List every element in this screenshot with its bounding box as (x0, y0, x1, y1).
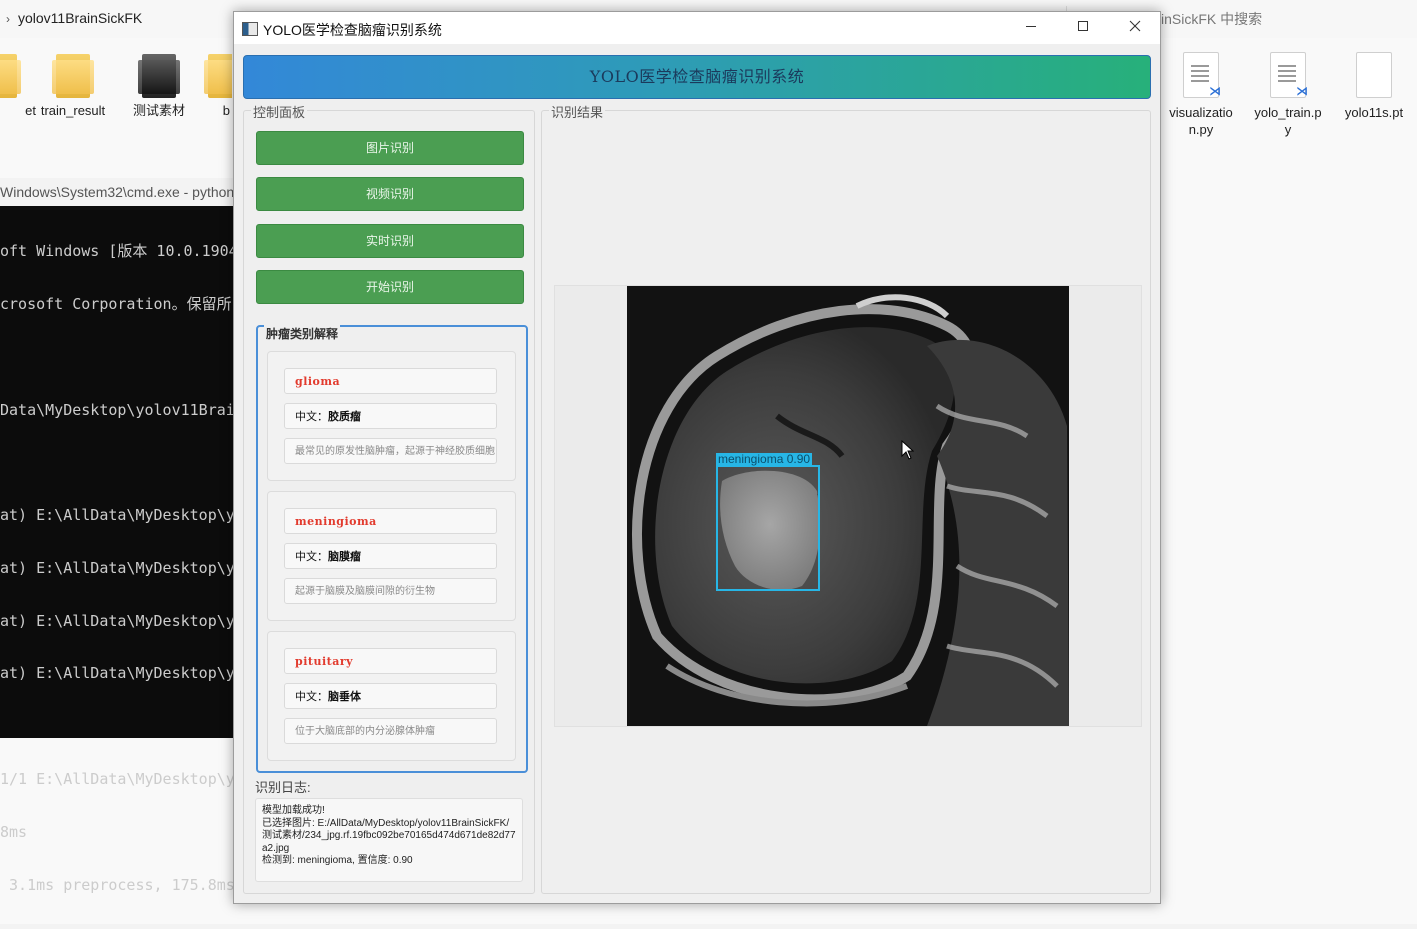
mri-scan-drawing (627, 286, 1069, 726)
tumor-class-cn: 脑膜瘤 (328, 551, 361, 563)
app-icon (242, 22, 258, 36)
file-label: b (222, 103, 230, 118)
tumor-class-desc: 位于大脑底部的内分泌腺体肿瘤 (284, 718, 497, 744)
terminal-line: at) E:\AllData\MyDesktop\yo (0, 664, 240, 683)
app-header-banner: YOLO医学检查脑瘤识别系统 (243, 55, 1151, 99)
log-line: 模型加载成功! (262, 805, 325, 816)
python-file-icon: ⋊ (1270, 52, 1308, 98)
tumor-class-en: pituitary (284, 648, 497, 674)
close-icon (1129, 20, 1141, 32)
folder-icon (138, 54, 180, 98)
terminal-line: Data\MyDesktop\yolov11Brain (0, 400, 240, 419)
terminal-line: at) E:\AllData\MyDesktop\yo (0, 558, 240, 577)
mri-scan-image: meningioma 0.90 (627, 286, 1069, 726)
terminal-line: crosoft Corporation。保留所 (0, 294, 232, 313)
tumor-class-cn-field: 中文：脑垂体 (284, 683, 497, 709)
file-label: yolo_train.py (1254, 105, 1322, 137)
realtime-recognition-button[interactable]: 实时识别 (256, 224, 524, 258)
file-item-visualization[interactable]: ⋊ visualization.py (1161, 52, 1241, 138)
cn-prefix: 中文： (295, 551, 328, 563)
mouse-cursor-icon (901, 440, 915, 460)
window-title: YOLO医学检查脑瘤识别系统 (263, 22, 442, 38)
tumor-class-desc: 起源于脑膜及脑膜间隙的衍生物 (284, 578, 497, 604)
python-file-icon: ⋊ (1183, 52, 1221, 98)
file-label: yolo11s.pt (1344, 105, 1404, 120)
tumor-class-cn-field: 中文：脑膜瘤 (284, 543, 497, 569)
terminal-line: at) E:\AllData\MyDesktop\yo (0, 611, 240, 630)
log-line: 已选择图片: E:/AllData/MyDesktop/yolov11Brain… (262, 817, 516, 854)
log-label: 识别日志: (255, 780, 311, 795)
log-output[interactable]: 模型加载成功! 已选择图片: E:/AllData/MyDesktop/yolo… (255, 798, 523, 882)
start-recognition-button[interactable]: 开始识别 (256, 270, 524, 304)
tumor-class-en: meningioma (284, 508, 497, 534)
terminal-line: oft Windows [版本 10.0.1904 (0, 242, 238, 261)
minimize-button[interactable] (1005, 12, 1057, 44)
folder-icon (52, 54, 94, 98)
maximize-button[interactable] (1057, 12, 1109, 44)
terminal-title: Windows\System32\cmd.exe - python (0, 178, 240, 206)
file-item-train-result[interactable]: train_result (33, 54, 113, 119)
explorer-path-text: yolov11BrainSickFK (18, 10, 143, 26)
minimize-icon (1026, 26, 1036, 27)
explorer-search-placeholder: inSickFK 中搜索 (1161, 11, 1263, 27)
terminal-line: 1/1 E:\AllData\MyDesktop\yo (0, 770, 240, 788)
detection-class: meningioma (718, 452, 784, 466)
detection-label: meningioma 0.90 (716, 452, 813, 466)
result-panel: meningioma 0.90 (541, 110, 1151, 894)
terminal-window[interactable]: Windows\System32\cmd.exe - python oft Wi… (0, 178, 240, 893)
terminal-output: oft Windows [版本 10.0.1904 crosoft Corpor… (0, 208, 240, 929)
explorer-breadcrumb[interactable]: › yolov11BrainSickFK (6, 10, 142, 26)
result-panel-label: 识别结果 (549, 102, 606, 121)
tumor-card-glioma: glioma 中文：胶质瘤 最常见的原发性脑肿瘤，起源于神经胶质细胞 (267, 351, 516, 481)
file-label: train_result (40, 103, 106, 118)
result-image-frame: meningioma 0.90 (554, 285, 1142, 727)
tumor-card-meningioma: meningioma 中文：脑膜瘤 起源于脑膜及脑膜间隙的衍生物 (267, 491, 516, 621)
maximize-icon (1078, 21, 1088, 31)
video-recognition-button[interactable]: 视频识别 (256, 177, 524, 211)
terminal-line: 8ms (0, 822, 28, 841)
image-recognition-button[interactable]: 图片识别 (256, 131, 524, 165)
cn-prefix: 中文： (295, 691, 328, 703)
cn-prefix: 中文： (295, 411, 328, 423)
tumor-class-en: glioma (284, 368, 497, 394)
detection-confidence: 0.90 (786, 452, 811, 466)
app-window: YOLO医学检查脑瘤识别系统 YOLO医学检查脑瘤识别系统 图片识别 视频识别 … (233, 11, 1161, 904)
tumor-class-cn-field: 中文：胶质瘤 (284, 403, 497, 429)
terminal-line: 3.1ms preprocess, 175.8ms (0, 875, 235, 894)
close-button[interactable] (1109, 12, 1161, 44)
tumor-class-cn: 脑垂体 (328, 691, 361, 703)
log-line: 检测到: meningioma, 置信度: 0.90 (262, 855, 413, 867)
control-panel-label: 控制面板 (251, 102, 308, 121)
tumor-card-pituitary: pituitary 中文：脑垂体 位于大脑底部的内分泌腺体肿瘤 (267, 631, 516, 761)
detection-bounding-box (716, 465, 820, 591)
file-label: 测试素材 (132, 103, 185, 118)
file-item-test-material[interactable]: 测试素材 (119, 54, 199, 119)
file-item-yolo-train[interactable]: ⋊ yolo_train.py (1248, 52, 1328, 138)
tumor-class-cn: 胶质瘤 (328, 411, 361, 423)
file-label: visualization.py (1169, 105, 1233, 137)
tumor-group-title: 肿瘤类别解释 (264, 325, 341, 342)
terminal-line: at) E:\AllData\MyDesktop\yo (0, 506, 240, 525)
folder-icon (0, 54, 21, 98)
file-icon (1356, 52, 1392, 98)
tumor-class-group: 肿瘤类别解释 glioma 中文：胶质瘤 最常见的原发性脑肿瘤，起源于神经胶质细… (256, 325, 528, 773)
file-item-partial[interactable]: b (188, 54, 232, 119)
tumor-class-desc: 最常见的原发性脑肿瘤，起源于神经胶质细胞 (284, 438, 497, 464)
folder-icon (204, 54, 232, 98)
chevron-right-icon: › (6, 12, 10, 26)
file-item-yolo11s[interactable]: yolo11s.pt (1334, 52, 1414, 121)
title-bar[interactable]: YOLO医学检查脑瘤识别系统 (234, 12, 1160, 44)
